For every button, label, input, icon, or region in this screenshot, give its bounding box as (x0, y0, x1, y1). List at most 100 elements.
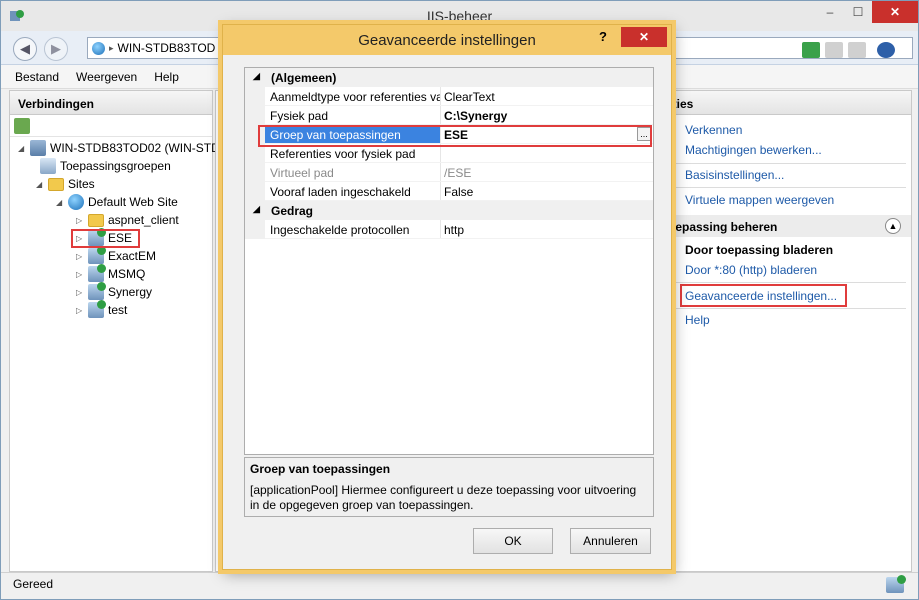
tree-item-test[interactable]: ▷ test (76, 300, 128, 319)
home-icon[interactable] (848, 42, 866, 58)
property-name: Virtueel pad (270, 166, 334, 180)
minimize-button[interactable]: – (816, 1, 844, 23)
connections-title: Verbindingen (10, 91, 212, 115)
collapse-arrow-icon[interactable]: ◢ (18, 144, 26, 153)
connections-panel: Verbindingen ◢ WIN-STDB83TOD02 (WIN-STD … (9, 90, 220, 572)
action-help-link[interactable]: Help (685, 313, 710, 327)
tree-sites[interactable]: ◢ Sites (36, 175, 95, 193)
ok-button[interactable]: OK (473, 528, 553, 554)
highlight-box-ese (71, 229, 140, 248)
tree-item-label: test (108, 303, 128, 317)
tree-server[interactable]: ◢ WIN-STDB83TOD02 (WIN-STD (18, 139, 220, 157)
close-button[interactable]: ✕ (872, 1, 918, 23)
property-row[interactable]: Virtueel pad /ESE (245, 163, 653, 182)
connections-toolbar (10, 115, 212, 137)
category-general[interactable]: ◢ (Algemeen) (245, 68, 653, 87)
expand-arrow-icon[interactable]: ▷ (76, 306, 84, 315)
divider (670, 163, 906, 164)
expand-arrow-icon[interactable]: ▷ (76, 252, 84, 261)
category-behavior[interactable]: ◢ Gedrag (245, 201, 653, 220)
cancel-button[interactable]: Annuleren (570, 528, 651, 554)
property-name: Fysiek pad (270, 109, 329, 123)
tree-app-pools-label: Toepassingsgroepen (60, 159, 171, 173)
row-gutter (245, 182, 265, 201)
tree-item-label: ExactEM (108, 249, 157, 263)
description-title: Groep van toepassingen (250, 462, 391, 476)
property-row[interactable]: Vooraf laden ingeschakeld False (245, 182, 653, 201)
tree-item-synergy[interactable]: ▷ Synergy (76, 282, 153, 301)
divider (670, 187, 906, 188)
row-gutter (245, 163, 265, 182)
server-icon (30, 140, 46, 156)
tree-app-pools[interactable]: Toepassingsgroepen (40, 157, 171, 175)
category-label: Gedrag (271, 204, 314, 218)
collapse-arrow-icon[interactable]: ◢ (253, 71, 260, 82)
action-explore-link[interactable]: Verkennen (685, 123, 742, 137)
tree-item-exactem[interactable]: ▷ ExactEM (76, 246, 157, 265)
property-name: Vooraf laden ingeschakeld (270, 185, 411, 199)
dialog-title-bar: Geavanceerde instellingen ? ✕ (223, 25, 671, 55)
menu-help[interactable]: Help (154, 70, 179, 84)
stop-icon[interactable] (825, 42, 843, 58)
property-value: /ESE (444, 166, 472, 180)
divider (670, 308, 906, 309)
menu-bestand[interactable]: Bestand (15, 70, 59, 84)
help-icon[interactable] (877, 42, 895, 58)
property-value: False (444, 185, 474, 199)
highlight-box-advanced (680, 284, 847, 307)
app-pool-icon (40, 158, 56, 174)
highlight-box-app-pool (258, 125, 652, 147)
collapse-arrow-icon[interactable]: ◢ (56, 198, 64, 207)
tree-default-site[interactable]: ◢ Default Web Site (56, 193, 178, 211)
tree-item-msmq[interactable]: ▷ MSMQ (76, 264, 145, 283)
column-divider (440, 163, 441, 182)
tree-server-label: WIN-STDB83TOD02 (WIN-STD (50, 141, 220, 155)
tree-default-site-label: Default Web Site (88, 195, 178, 209)
property-row[interactable]: Ingeschakelde protocollen http (245, 220, 653, 239)
expand-arrow-icon[interactable]: ▷ (76, 216, 84, 225)
action-edit-permissions-link[interactable]: Machtigingen bewerken... (685, 143, 822, 157)
maximize-button[interactable]: ☐ (844, 1, 872, 23)
section-title: oepassing beheren (668, 220, 778, 234)
action-basic-settings-link[interactable]: Basisinstellingen... (685, 168, 784, 182)
description-text: [applicationPool] Hiermee configureert u… (250, 483, 637, 512)
refresh-icon[interactable] (802, 42, 820, 58)
collapse-icon[interactable]: ▲ (885, 218, 901, 234)
menu-weergeven[interactable]: Weergeven (76, 70, 137, 84)
address-path: WIN-STDB83TOD (117, 41, 216, 55)
dialog-help-icon[interactable]: ? (599, 29, 607, 44)
action-virtual-dirs-link[interactable]: Virtuele mappen weergeven (685, 193, 834, 207)
manage-application-section[interactable]: oepassing beheren ▲ (662, 215, 911, 237)
property-value: ClearText (444, 90, 495, 104)
globe-icon (92, 41, 105, 55)
web-app-icon (88, 282, 106, 300)
web-app-icon (88, 246, 106, 264)
property-row[interactable]: Fysiek pad C:\Synergy (245, 106, 653, 125)
property-name: Ingeschakelde protocollen (270, 223, 410, 237)
expand-arrow-icon[interactable]: ▷ (76, 270, 84, 279)
connect-icon[interactable] (14, 118, 30, 134)
row-gutter (245, 106, 265, 125)
collapse-arrow-icon[interactable]: ◢ (36, 180, 44, 189)
column-divider (440, 87, 441, 106)
action-browse-link[interactable]: Door *:80 (http) bladeren (685, 263, 817, 277)
status-bar: Gereed (1, 572, 918, 599)
tree-item-label: Synergy (108, 285, 153, 299)
property-value: C:\Synergy (444, 109, 508, 123)
collapse-arrow-icon[interactable]: ◢ (253, 204, 260, 215)
category-label: (Algemeen) (271, 71, 337, 85)
actions-title: cties (662, 91, 911, 115)
folder-icon (88, 213, 104, 227)
web-app-icon (88, 264, 106, 282)
forward-arrow-icon[interactable]: ▶ (44, 37, 68, 61)
row-divider (265, 238, 653, 239)
property-row[interactable]: Aanmeldtype voor referenties va ClearTex… (245, 87, 653, 106)
dialog-close-button[interactable]: ✕ (621, 27, 667, 47)
tree-item-aspnet-client[interactable]: ▷ aspnet_client (76, 211, 179, 229)
address-input[interactable]: ▸ WIN-STDB83TOD (87, 37, 227, 59)
browse-title: Door toepassing bladeren (685, 243, 834, 257)
property-name: Aanmeldtype voor referenties va (270, 90, 440, 104)
expand-arrow-icon[interactable]: ▷ (76, 288, 84, 297)
back-arrow-icon[interactable]: ◀ (13, 37, 37, 61)
address-separator-icon: ▸ (109, 42, 114, 53)
